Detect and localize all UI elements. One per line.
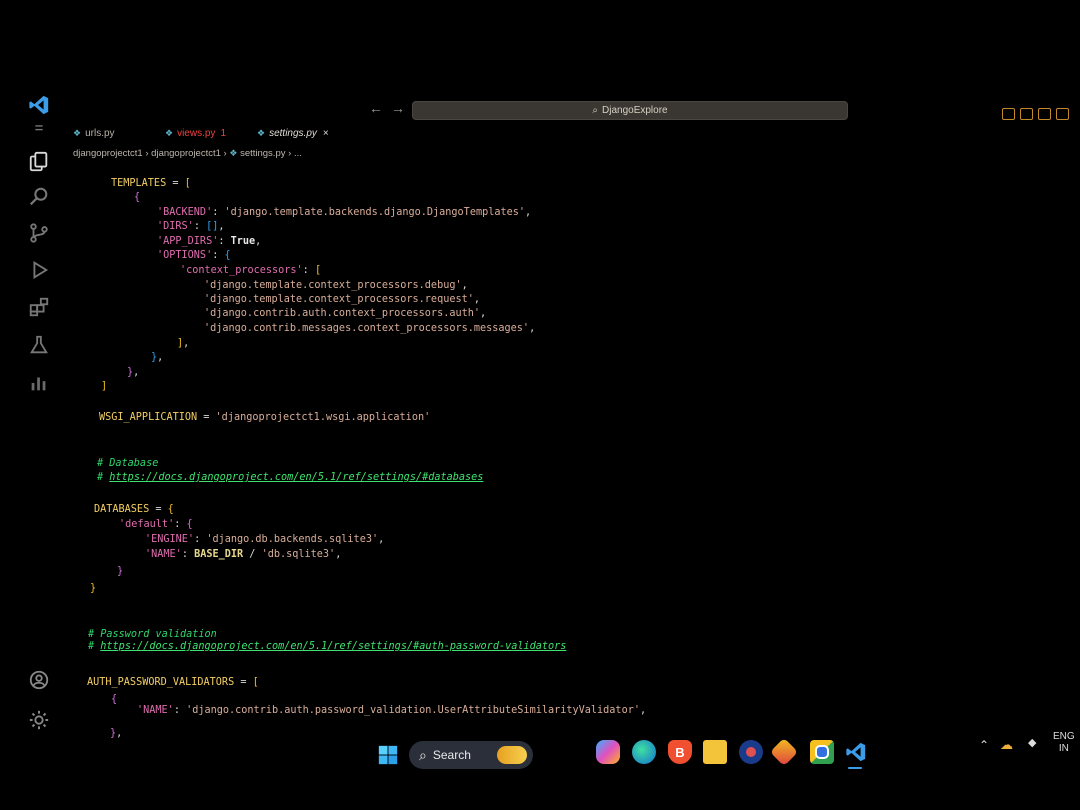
breadcrumb-more[interactable]: ...	[294, 148, 302, 159]
code-line: 'NAME': 'django.contrib.auth.password_va…	[137, 705, 647, 716]
account-icon[interactable]	[24, 667, 54, 693]
code-line: },	[127, 367, 140, 378]
toggle-secondary-sidebar-icon[interactable]	[1038, 108, 1051, 120]
code-line: TEMPLATES = [	[111, 178, 191, 189]
code-line: {	[134, 192, 141, 203]
search-icon[interactable]	[24, 184, 54, 210]
code-line: WSGI_APPLICATION = 'djangoprojectct1.wsg…	[99, 412, 431, 423]
code-line: 'DIRS': [],	[157, 221, 225, 232]
search-icon: ⌕	[419, 746, 427, 763]
code-comment: # https://docs.djangoproject.com/en/5.1/…	[88, 641, 567, 652]
testing-icon[interactable]	[24, 332, 54, 358]
tab-settings[interactable]: ❖ settings.py ×	[257, 126, 329, 140]
code-line: },	[151, 352, 164, 363]
python-file-icon: ❖	[257, 127, 266, 138]
code-line: DATABASES = {	[94, 504, 174, 515]
brave-browser-icon[interactable]: B	[668, 740, 692, 764]
file-explorer-icon[interactable]	[703, 740, 727, 764]
docs-link[interactable]: https://docs.djangoproject.com/en/5.1/re…	[100, 641, 566, 652]
code-line: ],	[177, 338, 190, 349]
language-indicator[interactable]: ENG IN	[1053, 731, 1075, 755]
code-line: },	[110, 728, 123, 739]
docs-link[interactable]: https://docs.djangoproject.com/en/5.1/re…	[109, 472, 483, 483]
settings-gear-icon[interactable]	[24, 707, 54, 733]
python-file-icon: ❖	[73, 127, 82, 138]
chrome-canary-icon[interactable]	[810, 740, 834, 764]
tab-urls[interactable]: ❖ urls.py	[73, 126, 115, 140]
code-line: 'NAME': BASE_DIR / 'db.sqlite3',	[145, 549, 342, 560]
code-comment: # https://docs.djangoproject.com/en/5.1/…	[97, 472, 484, 483]
search-icon: ⌕	[592, 105, 598, 116]
code-line: AUTH_PASSWORD_VALIDATORS = [	[87, 677, 259, 688]
taskbar-search-box[interactable]: ⌕ Search	[409, 741, 533, 769]
edge-browser-icon[interactable]	[632, 740, 656, 764]
python-file-icon: ❖	[165, 127, 174, 138]
tab-label: settings.py	[269, 127, 317, 139]
breadcrumb-separator: ›	[223, 148, 227, 159]
breadcrumb: djangoprojectct1 › djangoprojectct1 › ❖ …	[73, 148, 302, 159]
search-highlight-icon	[497, 746, 527, 764]
code-line: 'django.contrib.messages.context_process…	[204, 323, 536, 334]
git-icon[interactable]	[769, 737, 799, 767]
code-line: 'default': {	[119, 519, 193, 530]
breadcrumb-separator: ›	[145, 148, 149, 159]
code-line: 'django.template.context_processors.requ…	[204, 294, 481, 305]
breadcrumb-folder[interactable]: djangoprojectct1	[73, 148, 143, 159]
breadcrumb-folder[interactable]: djangoprojectct1	[151, 148, 221, 159]
copilot-icon[interactable]	[596, 740, 620, 764]
customize-layout-icon[interactable]	[1056, 108, 1069, 120]
weather-icon[interactable]: ☁	[1000, 737, 1013, 753]
code-line: {	[111, 694, 118, 705]
active-app-indicator	[848, 767, 862, 769]
toggle-panel-icon[interactable]	[1020, 108, 1033, 120]
run-debug-icon[interactable]	[24, 257, 54, 283]
toggle-sidebar-icon[interactable]	[1002, 108, 1015, 120]
tab-views[interactable]: ❖ views.py 1	[165, 126, 226, 140]
code-line: ]	[101, 381, 108, 392]
code-comment: # Database	[97, 458, 159, 469]
code-line: 'OPTIONS': {	[157, 250, 231, 261]
code-line: 'ENGINE': 'django.db.backends.sqlite3',	[145, 534, 385, 545]
tab-label: urls.py	[85, 127, 115, 139]
command-center-search[interactable]: ⌕ DjangoExplore	[412, 101, 848, 120]
region-code: IN	[1058, 743, 1069, 754]
menu-icon[interactable]	[24, 121, 54, 135]
command-center-label: DjangoExplore	[602, 105, 668, 116]
code-line: }	[90, 583, 97, 594]
windows-start-icon[interactable]	[376, 743, 400, 767]
chevron-up-icon[interactable]: ⌃	[979, 738, 989, 752]
code-line: 'BACKEND': 'django.template.backends.dja…	[157, 207, 532, 218]
explorer-icon[interactable]	[24, 149, 54, 175]
vscode-logo-icon	[24, 92, 54, 118]
extensions-icon[interactable]	[24, 294, 54, 320]
code-line: 'APP_DIRS': True,	[157, 236, 262, 247]
app-icon[interactable]	[739, 740, 763, 764]
vscode-taskbar-icon[interactable]	[844, 740, 868, 764]
chart-icon[interactable]	[24, 370, 54, 396]
code-line: 'django.contrib.auth.context_processors.…	[204, 308, 487, 319]
close-icon[interactable]: ×	[323, 128, 329, 139]
taskbar-search-label: Search	[432, 748, 471, 762]
language-code: ENG	[1053, 731, 1075, 742]
wifi-icon[interactable]: ◆	[1028, 736, 1036, 749]
python-file-icon: ❖	[229, 148, 238, 158]
breadcrumb-separator: ›	[288, 148, 292, 159]
forward-arrow-button[interactable]: →	[391, 100, 405, 116]
code-line: 'django.template.context_processors.debu…	[204, 280, 468, 291]
code-line: }	[117, 566, 124, 577]
breadcrumb-file[interactable]: settings.py	[240, 148, 285, 159]
problem-count-badge: 1	[220, 127, 226, 139]
source-control-icon[interactable]	[24, 220, 54, 246]
tab-label: views.py	[177, 127, 216, 139]
code-line: 'context_processors': [	[180, 265, 322, 276]
back-arrow-button[interactable]: ←	[369, 100, 383, 116]
